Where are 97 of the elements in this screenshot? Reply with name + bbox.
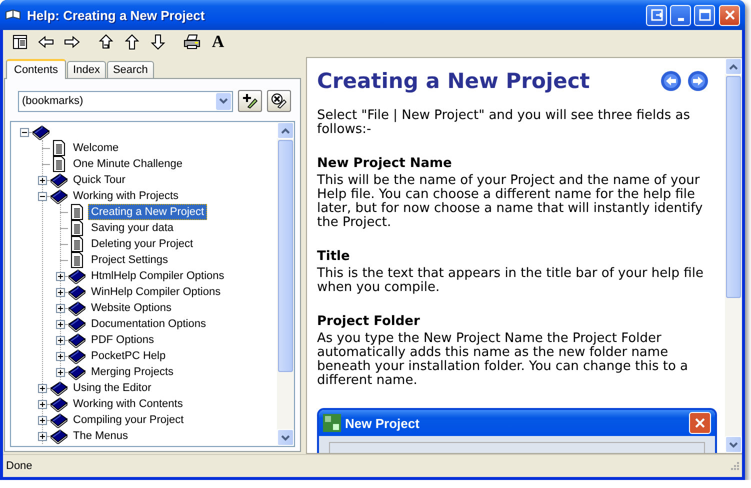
tree-item[interactable]: The Menus [70,428,132,444]
resize-grip-icon[interactable] [730,461,740,471]
expand-icon[interactable] [56,352,64,360]
section-heading: Title [317,249,351,264]
page-icon [68,220,86,236]
page-icon [50,140,68,156]
book-icon [68,284,86,300]
restore-pane-button[interactable] [646,4,667,26]
minimize-button[interactable] [670,4,691,26]
tree-item[interactable]: PDF Options [88,332,157,348]
tree-item[interactable]: Welcome [70,140,122,156]
tree-item[interactable]: Using the Editor [70,380,154,396]
scrollbar[interactable] [725,58,742,453]
caret-down-icon [729,442,738,448]
app-icon [323,414,341,432]
tree-item[interactable]: Merging Projects [88,364,177,380]
scroll-up-button[interactable] [277,122,294,139]
page-icon [50,156,68,172]
close-button[interactable] [719,4,740,26]
close-icon [724,9,736,21]
intro-paragraph: Select "File | New Project" and you will see three fields as follows:- [317,109,692,137]
tab[interactable]: Search [106,61,154,78]
section-paragraph: As you type the New Project Name the Project Folder automatically adds this name as the new folder name beneath your installation folder. You can change this to a different name. [317,332,690,388]
book-icon [50,380,68,396]
section-paragraph: This is the text that appears in the title bar of your help file when you compile. [317,267,704,295]
tree-item[interactable]: Working with Projects [70,188,182,204]
book-icon [50,412,68,428]
tree-item[interactable]: WinHelp Compiler Options [88,284,224,300]
expand-icon[interactable] [56,304,64,312]
page-heading: Creating a New Project [317,69,590,93]
book-icon [50,396,68,412]
caret-up-icon [281,128,290,134]
remove-bookmark-button[interactable] [267,90,291,112]
scroll-down-button[interactable] [277,429,294,446]
tree-item[interactable]: Saving your data [88,220,177,236]
expand-icon[interactable] [56,368,64,376]
close-icon [694,417,706,429]
collapse-icon[interactable] [38,192,46,200]
book-icon [68,348,86,364]
tree-item[interactable]: Documentation Options [88,316,209,332]
section-paragraph: This will be the name of your Project and the name of your Help file. You can choose a different name for the help file later, but for now choose a name that will instantly identify the Project. [317,174,704,230]
tree-item[interactable]: Creating a New Project [88,204,208,220]
expand-icon[interactable] [38,432,46,440]
window-title: Help: Creating a New Project [27,8,206,22]
section-heading: New Project Name [317,156,453,171]
tree-item[interactable]: Working with Contents [70,396,186,412]
expand-icon[interactable] [38,176,46,184]
tab[interactable]: Index [67,61,106,78]
scroll-up-button[interactable] [725,58,742,75]
section-heading: Project Folder [317,314,421,329]
dialog-title: New Project [345,416,420,430]
expand-icon[interactable] [56,336,64,344]
tree-item[interactable]: Website Options [88,300,175,316]
tree-item[interactable]: Compiling your Project [70,412,187,428]
expand-icon[interactable] [38,384,46,392]
status-text: Done [6,460,32,472]
tree-item[interactable]: HtmlHelp Compiler Options [88,268,228,284]
expand-icon[interactable] [38,400,46,408]
caret-up-icon [729,64,738,70]
tree-item[interactable]: Deleting your Project [88,236,196,252]
expand-icon[interactable] [56,288,64,296]
page-icon [68,252,86,268]
bookmarks-dropdown[interactable]: (bookmarks) [18,90,233,112]
page-icon [68,204,86,220]
book-icon [68,332,86,348]
minimize-icon [678,18,684,20]
book-icon [68,268,86,284]
next-page-icon[interactable] [687,70,709,92]
maximize-button[interactable] [694,4,715,26]
maximize-icon [698,9,710,21]
help-book-icon [5,8,21,22]
book-icon [50,188,68,204]
expand-icon[interactable] [38,416,46,424]
tab[interactable]: Contents [6,59,66,79]
print-icon[interactable] [181,32,203,52]
scrollbar[interactable] [277,122,294,446]
tree-item[interactable]: Project Settings [88,252,172,268]
expand-icon[interactable] [56,320,64,328]
caret-down-icon [281,434,290,440]
collapse-icon[interactable] [20,128,28,136]
book-icon [68,316,86,332]
scroll-thumb[interactable] [726,76,741,298]
tree-item[interactable]: Quick Tour [70,172,128,188]
book-icon [68,300,86,316]
scroll-thumb[interactable] [278,140,293,372]
book-icon [50,172,68,188]
book-icon [68,364,86,380]
page-icon [68,236,86,252]
expand-icon[interactable] [56,272,64,280]
tree-item[interactable]: PocketPC Help [88,348,169,364]
book-icon [50,428,68,444]
scroll-down-button[interactable] [725,436,742,453]
font-button[interactable]: A [207,32,229,52]
previous-page-icon[interactable] [660,70,682,92]
add-bookmark-button[interactable] [238,90,262,112]
tree-item[interactable]: One Minute Challenge [70,156,186,172]
book-icon [32,124,50,140]
